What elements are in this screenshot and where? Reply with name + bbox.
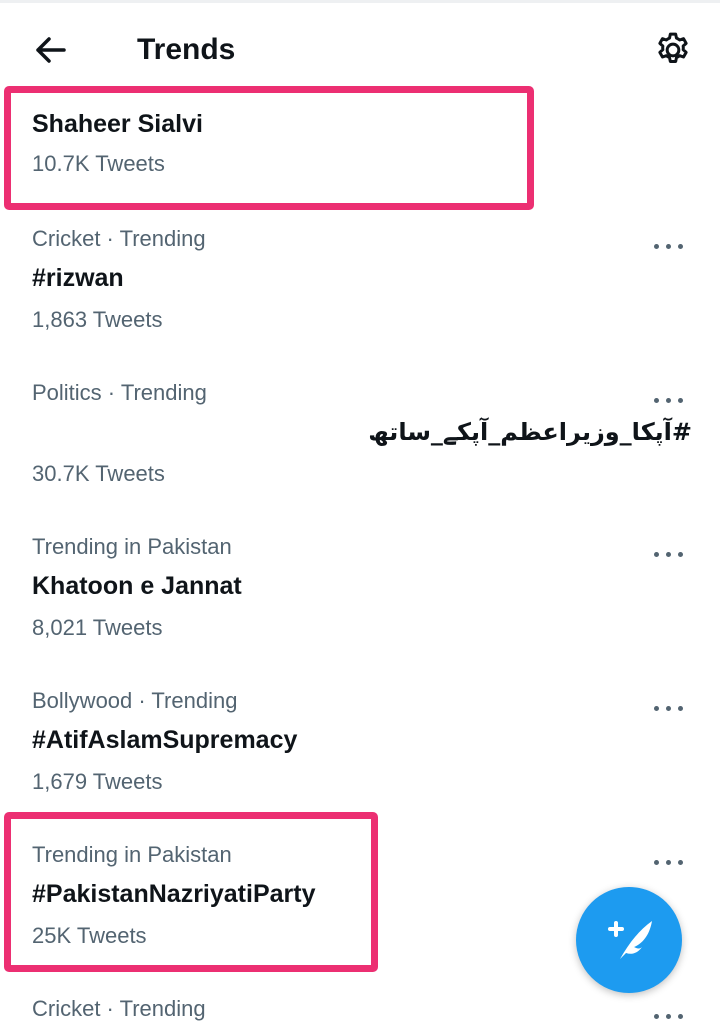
trend-tweet-count: 1,863 Tweets xyxy=(32,307,163,332)
more-options-button[interactable] xyxy=(652,236,688,256)
settings-button[interactable] xyxy=(652,30,694,70)
trend-item-khatoon-e-jannat[interactable]: Trending in Pakistan Khatoon e Jannat 8,… xyxy=(0,530,720,650)
trend-tweet-count: 25K Tweets xyxy=(32,923,147,948)
trend-name: #rizwan xyxy=(32,264,124,292)
trend-item-shaheer-sialvi[interactable]: Shaheer Sialvi 10.7K Tweets xyxy=(0,100,720,200)
page-title: Trends xyxy=(137,33,236,66)
more-options-button[interactable] xyxy=(652,852,688,872)
trends-screen: Trends Shaheer Sialvi 10.7K Tweets Crick… xyxy=(0,0,720,1030)
more-options-button[interactable] xyxy=(652,544,688,564)
top-divider xyxy=(0,0,720,3)
trend-tweet-count: 30.7K Tweets xyxy=(32,461,165,486)
more-horizontal-icon xyxy=(654,244,659,249)
trend-name: #AtifAslamSupremacy xyxy=(32,726,298,754)
gear-icon xyxy=(658,32,688,63)
more-horizontal-icon xyxy=(654,398,659,403)
more-horizontal-icon xyxy=(654,860,659,865)
more-options-button[interactable] xyxy=(652,1006,688,1026)
trend-context: Politics · Trending xyxy=(32,380,207,405)
trend-item-urdu-hashtag[interactable]: Politics · Trending #آپکا_وزیراعظم_آپکے_… xyxy=(0,376,720,496)
trend-context: Cricket · Trending xyxy=(32,226,206,251)
trend-name: Khatoon e Jannat xyxy=(32,572,242,600)
trend-name: Shaheer Sialvi xyxy=(32,110,203,138)
more-horizontal-icon xyxy=(654,706,659,711)
trend-context: Cricket · Trending xyxy=(32,996,206,1021)
more-horizontal-icon xyxy=(654,1014,659,1019)
trend-name: #آپکا_وزیراعظم_آپکے_ساتھ xyxy=(368,418,692,446)
trend-item-cricket-partial[interactable]: Cricket · Trending xyxy=(0,992,720,1030)
arrow-left-icon xyxy=(36,37,66,63)
trend-tweet-count: 8,021 Tweets xyxy=(32,615,163,640)
more-options-button[interactable] xyxy=(652,390,688,410)
more-options-button[interactable] xyxy=(652,698,688,718)
compose-tweet-button[interactable] xyxy=(576,887,682,993)
trend-context: Trending in Pakistan xyxy=(32,534,232,559)
trend-item-atifaslamsupremacy[interactable]: Bollywood · Trending #AtifAslamSupremacy… xyxy=(0,684,720,804)
trend-context: Trending in Pakistan xyxy=(32,842,232,867)
more-horizontal-icon xyxy=(654,552,659,557)
back-button[interactable] xyxy=(30,32,70,68)
trend-name: #PakistanNazriyatiParty xyxy=(32,880,316,908)
compose-tweet-icon xyxy=(608,921,652,959)
header: Trends xyxy=(0,10,720,90)
trend-context: Bollywood · Trending xyxy=(32,688,238,713)
trend-item-rizwan[interactable]: Cricket · Trending #rizwan 1,863 Tweets xyxy=(0,222,720,342)
trend-tweet-count: 1,679 Tweets xyxy=(32,769,163,794)
trend-tweet-count: 10.7K Tweets xyxy=(32,151,165,176)
